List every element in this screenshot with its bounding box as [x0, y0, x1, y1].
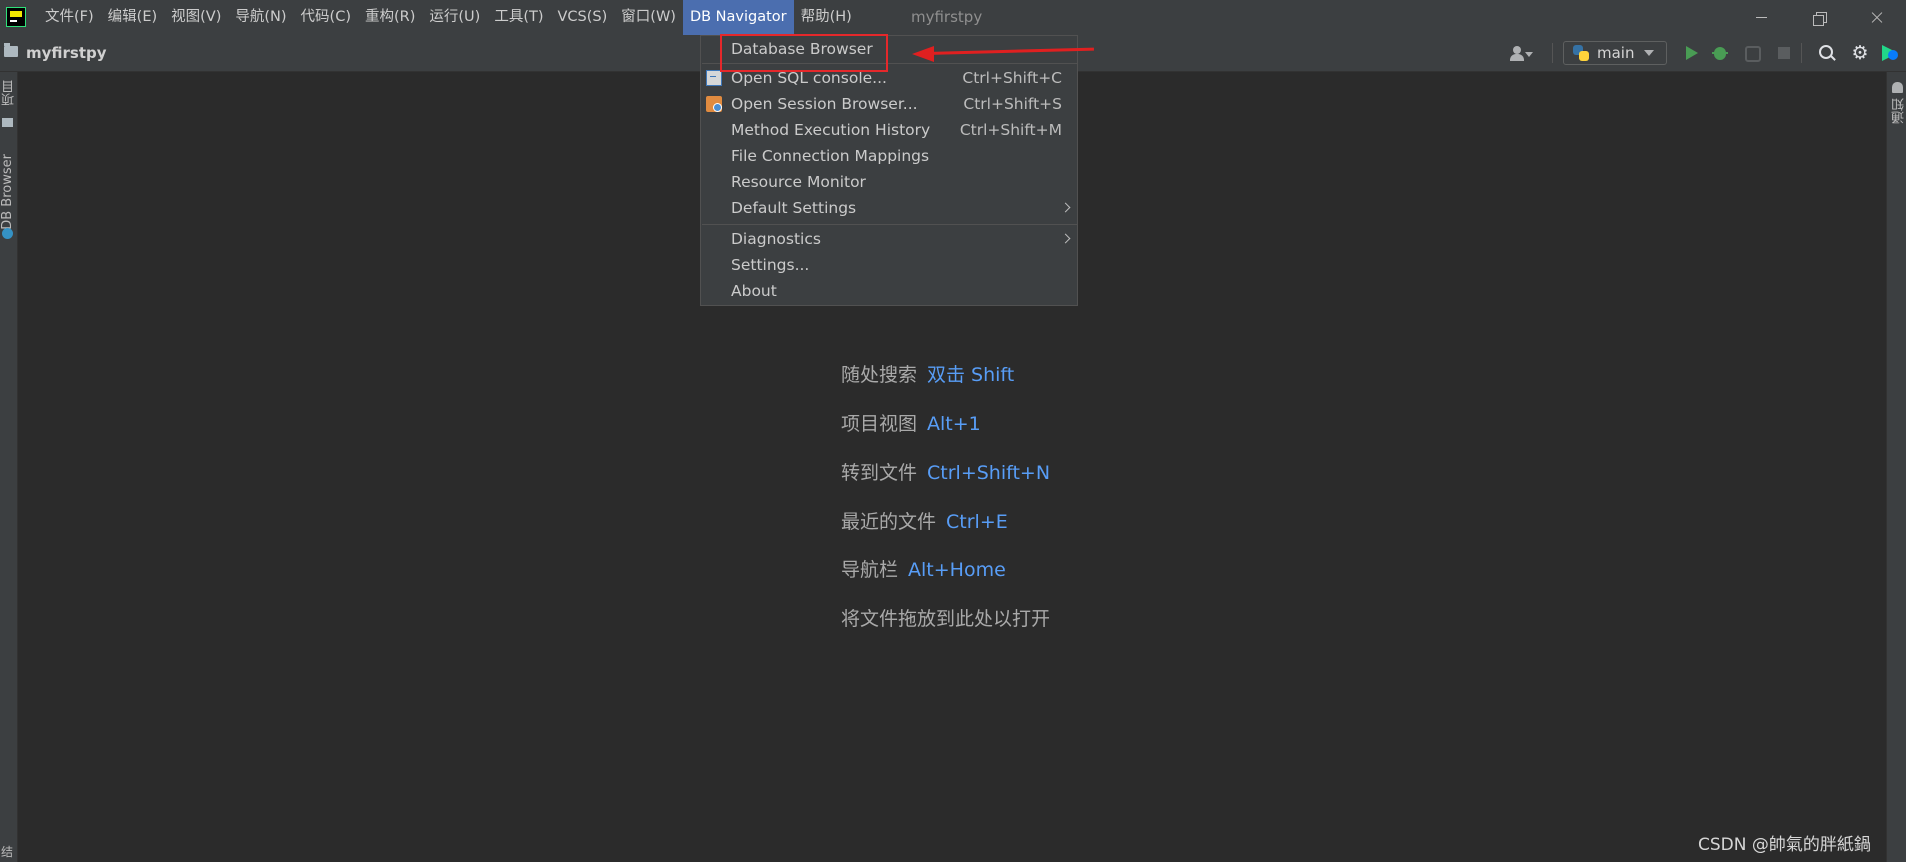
gear-icon[interactable]: ⚙ [1851, 44, 1869, 63]
hint-drop-files: 将文件拖放到此处以打开 [841, 608, 1051, 630]
menu-tools[interactable]: 工具(T) [487, 0, 550, 35]
annotation-arrow-icon [912, 46, 934, 62]
toolbar-divider [1552, 43, 1553, 63]
folder-icon [2, 118, 13, 127]
menu-code[interactable]: 代码(C) [294, 0, 358, 35]
run-icon[interactable] [1683, 44, 1701, 62]
db-navigator-dropdown: Database Browser Open SQL console... Ctr… [700, 35, 1078, 306]
python-icon [1573, 45, 1589, 61]
hint-shortcut: 双击 Shift [927, 364, 1015, 386]
hint-row: 最近的文件 Ctrl+E [841, 507, 1008, 534]
main-menu: 文件(F) 编辑(E) 视图(V) 导航(N) 代码(C) 重构(R) 运行(U… [38, 0, 859, 35]
tab-notifications[interactable]: 通知 [1890, 98, 1906, 124]
bell-icon[interactable] [1892, 82, 1903, 93]
menu-navigate[interactable]: 导航(N) [228, 0, 293, 35]
menu-window[interactable]: 窗口(W) [614, 0, 683, 35]
menu-item-about[interactable]: About [701, 279, 1077, 303]
user-icon[interactable] [1509, 46, 1533, 62]
run-config-select[interactable]: main [1563, 41, 1667, 65]
restore-icon[interactable] [1790, 0, 1848, 35]
menu-bar: 文件(F) 编辑(E) 视图(V) 导航(N) 代码(C) 重构(R) 运行(U… [0, 0, 1906, 35]
menu-item-diagnostics[interactable]: Diagnostics [701, 227, 1077, 251]
hint-label: 最近的文件 [841, 511, 937, 533]
tab-structure[interactable]: 结 [1, 843, 13, 860]
breadcrumb-project[interactable]: myfirstpy [26, 35, 107, 71]
plugin-icon[interactable] [1882, 44, 1900, 62]
coverage-icon[interactable] [1743, 44, 1761, 62]
stop-icon[interactable] [1775, 44, 1793, 62]
menu-run[interactable]: 运行(U) [422, 0, 487, 35]
window-controls [1732, 0, 1906, 35]
hint-row: 将文件拖放到此处以打开 [841, 604, 1050, 631]
menu-item-file-connection-mappings[interactable]: File Connection Mappings [701, 144, 1077, 168]
watermark: CSDN @帥氣的胖紙鍋 [1698, 835, 1871, 855]
menu-db-navigator[interactable]: DB Navigator [682, 0, 794, 35]
hint-row: 随处搜索 双击 Shift [841, 360, 1014, 387]
sql-console-icon [706, 70, 722, 86]
window-title: myfirstpy [911, 8, 983, 26]
hint-row: 导航栏 Alt+Home [841, 555, 1006, 582]
pycharm-logo-icon [6, 7, 26, 27]
menu-vcs[interactable]: VCS(S) [551, 0, 615, 35]
menu-help[interactable]: 帮助(H) [794, 0, 859, 35]
folder-icon [4, 43, 18, 57]
menu-item-settings[interactable]: Settings... [701, 253, 1077, 277]
chevron-down-icon [1644, 50, 1655, 56]
session-browser-icon [706, 96, 722, 112]
menu-separator [702, 224, 1078, 225]
hint-label: 项目视图 [841, 413, 918, 435]
run-config-label: main [1597, 44, 1635, 62]
menu-refactor[interactable]: 重构(R) [358, 0, 422, 35]
menu-view[interactable]: 视图(V) [164, 0, 228, 35]
menu-file[interactable]: 文件(F) [38, 0, 101, 35]
chevron-right-icon [1060, 233, 1071, 244]
hint-shortcut: Alt+Home [908, 559, 1006, 581]
close-icon[interactable] [1848, 0, 1906, 35]
search-icon[interactable] [1818, 44, 1836, 62]
db-browser-icon [2, 228, 13, 239]
toolbar-divider [1801, 43, 1802, 63]
hint-row: 项目视图 Alt+1 [841, 409, 981, 436]
tab-project[interactable]: 项目 [0, 80, 19, 106]
hint-label: 随处搜索 [841, 364, 918, 386]
hint-shortcut: Alt+1 [927, 413, 981, 435]
menu-edit[interactable]: 编辑(E) [101, 0, 164, 35]
minimize-icon[interactable] [1732, 0, 1790, 35]
menu-item-method-execution-history[interactable]: Method Execution History Ctrl+Shift+M [701, 118, 1077, 142]
menu-item-open-session-browser[interactable]: Open Session Browser... Ctrl+Shift+S [701, 92, 1077, 116]
right-tool-strip [1886, 72, 1906, 862]
annotation-highlight-box [720, 34, 888, 72]
hint-row: 转到文件 Ctrl+Shift+N [841, 458, 1050, 485]
debug-icon[interactable] [1711, 44, 1729, 62]
chevron-right-icon [1060, 202, 1071, 213]
tab-db-browser[interactable]: DB Browser [0, 154, 15, 230]
hint-shortcut: Ctrl+Shift+N [927, 462, 1051, 484]
menu-item-default-settings[interactable]: Default Settings [701, 196, 1077, 220]
menu-item-resource-monitor[interactable]: Resource Monitor [701, 170, 1077, 194]
hint-label: 导航栏 [841, 559, 899, 581]
hint-shortcut: Ctrl+E [946, 511, 1008, 533]
hint-label: 转到文件 [841, 462, 918, 484]
